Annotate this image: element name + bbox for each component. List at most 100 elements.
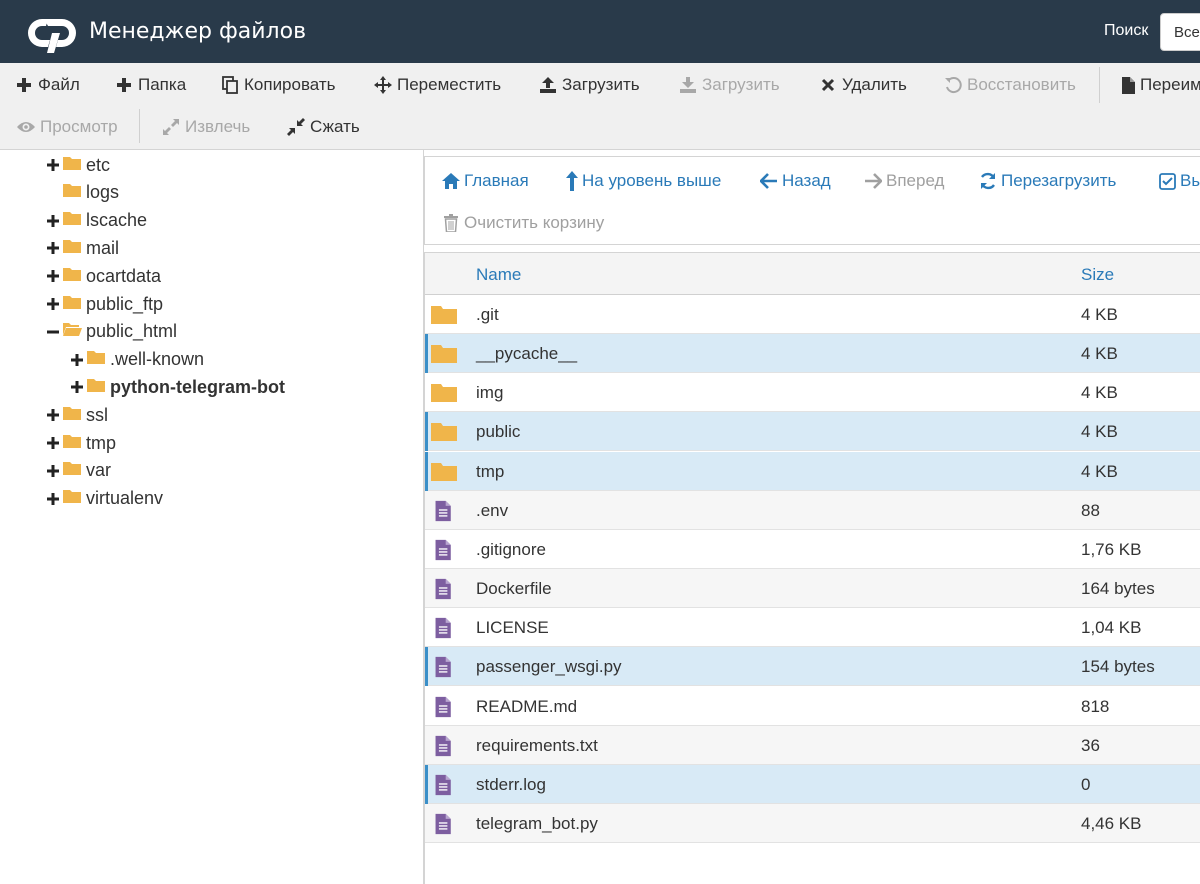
table-row[interactable]: LICENSE 1,04 KB	[425, 608, 1200, 648]
tree-item[interactable]: .well-known	[70, 347, 204, 373]
table-row[interactable]: requirements.txt 36	[425, 725, 1200, 765]
table-row[interactable]: passenger_wsgi.py 154 bytes	[425, 647, 1200, 687]
view-button[interactable]: Просмотр	[16, 110, 118, 144]
download-label: Загрузить	[702, 75, 780, 94]
download-icon	[678, 75, 698, 95]
plus-icon	[14, 75, 34, 95]
file-name[interactable]: tmp	[476, 462, 504, 482]
table-row[interactable]: img 4 KB	[425, 373, 1200, 413]
expand-plus-icon[interactable]	[46, 436, 60, 450]
back-button[interactable]: Назад	[759, 166, 831, 196]
column-header-size[interactable]: Size	[1081, 265, 1114, 285]
tree-item[interactable]: etc	[46, 152, 110, 178]
expand-plus-icon[interactable]	[46, 492, 60, 506]
level-up-button[interactable]: На уровень выше	[565, 166, 721, 196]
table-row[interactable]: Dockerfile 164 bytes	[425, 569, 1200, 609]
move-button[interactable]: Переместить	[373, 68, 501, 102]
expand-plus-icon[interactable]	[46, 408, 60, 422]
expand-plus-icon[interactable]	[46, 241, 60, 255]
table-row[interactable]: stderr.log 0	[425, 764, 1200, 804]
tree-item-label: logs	[86, 182, 120, 203]
tree-item[interactable]: logs	[46, 180, 119, 206]
refresh-icon	[978, 171, 998, 191]
copy-button[interactable]: Копировать	[220, 68, 336, 102]
collapse-minus-icon[interactable]	[46, 325, 60, 339]
delete-button[interactable]: Удалить	[818, 68, 907, 102]
expand-plus-icon[interactable]	[70, 380, 84, 394]
reload-button[interactable]: Перезагрузить	[978, 166, 1116, 196]
table-row[interactable]: .gitignore 1,76 KB	[425, 529, 1200, 569]
forward-label: Вперед	[886, 171, 945, 190]
checkbox-icon	[1157, 171, 1177, 191]
expand-plus-icon[interactable]	[46, 297, 60, 311]
table-row[interactable]: __pycache__ 4 KB	[425, 334, 1200, 374]
table-row[interactable]: .env 88	[425, 490, 1200, 530]
expand-plus-icon[interactable]	[46, 464, 60, 478]
column-header-name[interactable]: Name	[476, 265, 521, 285]
tree-item[interactable]: var	[46, 458, 111, 484]
expand-plus-icon[interactable]	[46, 269, 60, 283]
table-row[interactable]: README.md 818	[425, 686, 1200, 726]
app-header: Менеджер файлов Поиск Все	[0, 0, 1200, 63]
expand-plus-icon[interactable]	[46, 214, 60, 228]
app-title: Менеджер файлов	[89, 19, 307, 44]
search-scope-select[interactable]: Все	[1160, 13, 1200, 51]
compress-label: Сжать	[310, 117, 360, 136]
compress-icon	[286, 117, 306, 137]
home-button[interactable]: Главная	[441, 166, 529, 196]
expand-plus-icon[interactable]	[46, 158, 60, 172]
tree-item-label: ocartdata	[86, 265, 162, 286]
file-name[interactable]: .env	[476, 501, 508, 521]
upload-button[interactable]: Загрузить	[538, 68, 640, 102]
file-name[interactable]: .git	[476, 305, 499, 325]
new-folder-button[interactable]: Папка	[114, 68, 186, 102]
tree-item[interactable]: mail	[46, 235, 119, 261]
table-row[interactable]: telegram_bot.py 4,46 KB	[425, 803, 1200, 843]
table-row[interactable]: tmp 4 KB	[425, 451, 1200, 491]
folder-open-icon	[62, 321, 86, 342]
file-name[interactable]: __pycache__	[476, 344, 577, 364]
file-name[interactable]: .gitignore	[476, 540, 546, 560]
tree-item[interactable]: public_ftp	[46, 291, 163, 317]
tree-item[interactable]: ocartdata	[46, 263, 161, 289]
table-header: Name Size	[425, 252, 1200, 295]
arrow-right-icon	[863, 171, 883, 191]
home-label: Главная	[464, 171, 529, 190]
tree-item[interactable]: public_html	[46, 319, 177, 345]
tree-item-label: public_html	[86, 321, 178, 342]
download-button[interactable]: Загрузить	[678, 68, 780, 102]
new-folder-label: Папка	[138, 75, 187, 94]
tree-item-label: etc	[86, 154, 111, 175]
table-row[interactable]: public 4 KB	[425, 412, 1200, 452]
folder-icon	[62, 294, 86, 315]
file-name[interactable]: requirements.txt	[476, 736, 598, 756]
table-row[interactable]: .git 4 KB	[425, 295, 1200, 334]
tree-item[interactable]: tmp	[46, 430, 116, 456]
select-all-button[interactable]: Вы	[1157, 166, 1200, 196]
cpanel-logo-icon[interactable]	[22, 13, 84, 53]
tree-item[interactable]: virtualenv	[46, 486, 163, 512]
tree-item[interactable]: python-telegram-bot	[70, 374, 285, 400]
tree-item[interactable]: lscache	[46, 208, 147, 234]
file-size: 1,04 KB	[1081, 618, 1142, 638]
folder-icon	[62, 182, 86, 203]
empty-trash-button[interactable]: Очистить корзину	[441, 208, 604, 238]
file-name[interactable]: img	[476, 383, 503, 403]
file-name[interactable]: public	[476, 422, 520, 442]
file-size: 818	[1081, 696, 1110, 716]
expand-plus-icon[interactable]	[70, 353, 84, 367]
file-name[interactable]: README.md	[476, 697, 577, 717]
forward-button[interactable]: Вперед	[863, 166, 944, 196]
tree-item[interactable]: ssl	[46, 402, 108, 428]
rename-button[interactable]: Переим	[1120, 68, 1200, 102]
extract-button[interactable]: Извлечь	[161, 110, 250, 144]
compress-button[interactable]: Сжать	[286, 110, 360, 144]
file-name[interactable]: LICENSE	[476, 618, 549, 638]
new-file-button[interactable]: Файл	[14, 68, 80, 102]
restore-button[interactable]: Восстановить	[943, 68, 1076, 102]
file-name[interactable]: passenger_wsgi.py	[476, 657, 622, 677]
file-name[interactable]: stderr.log	[476, 775, 546, 795]
file-name[interactable]: Dockerfile	[476, 579, 552, 599]
file-name[interactable]: telegram_bot.py	[476, 814, 598, 834]
expand-icon	[161, 117, 181, 137]
